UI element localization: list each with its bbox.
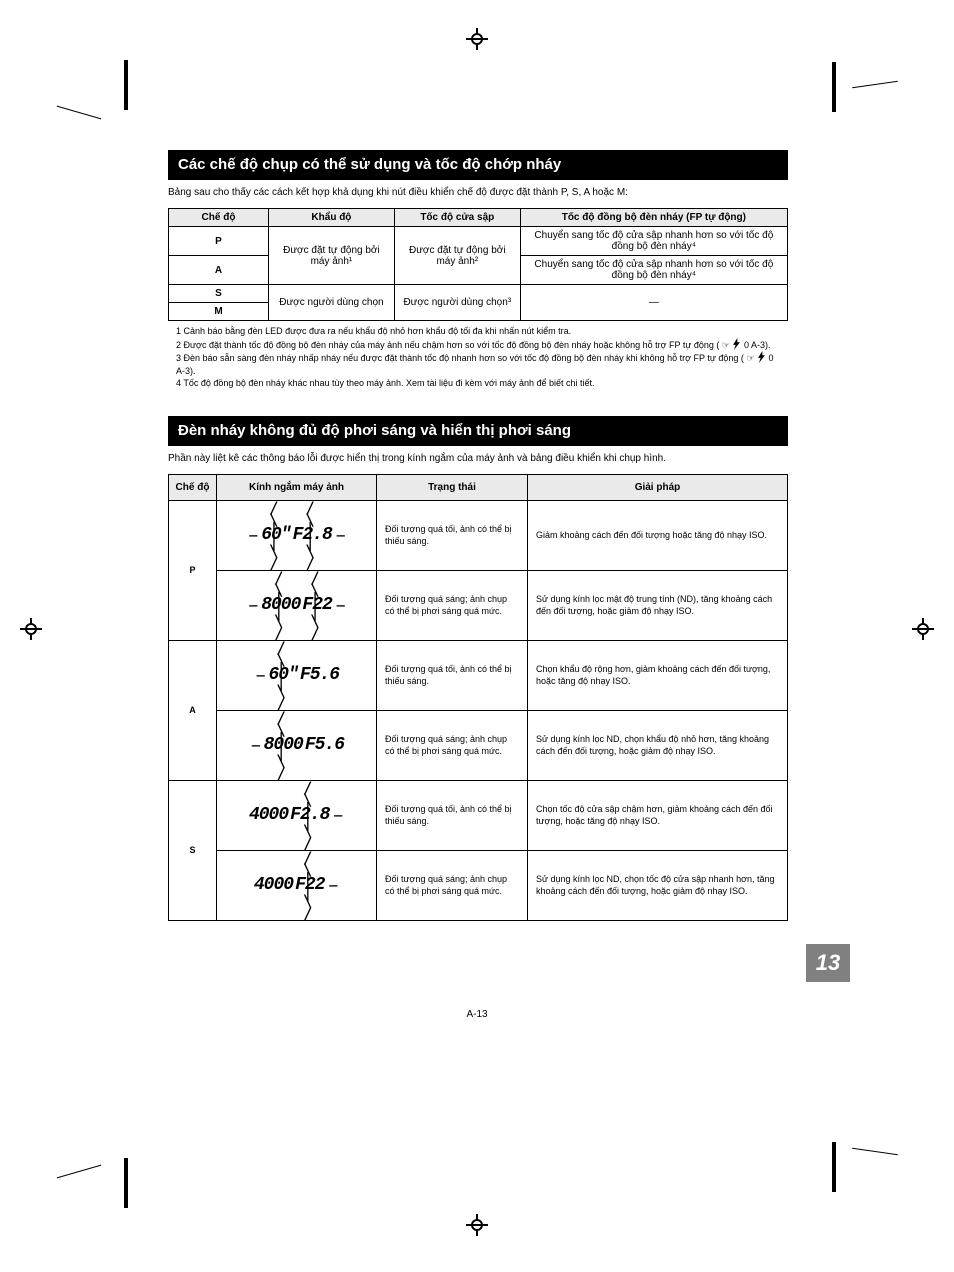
- section2-intro: Phần này liệt kê các thông báo lỗi được …: [168, 452, 788, 466]
- viewfinder-display: 4000 \ | /F22/ | \ −: [217, 850, 377, 920]
- table-row: S 4000 \ | /F2.8/ | \ − Đối tượng quá tố…: [169, 780, 788, 850]
- footnotes: 1 Cảnh báo bằng đèn LED được đưa ra nếu …: [168, 321, 788, 390]
- lcd-value: 4000: [249, 803, 288, 827]
- flash-icon: [732, 338, 741, 350]
- modes-table: Chế độ Khẩu độ Tốc độ cửa sập Tốc độ đồn…: [168, 208, 788, 321]
- col-mode: Chế độ: [169, 209, 269, 227]
- solution-text: Chọn tốc độ cửa sập chậm hơn, giảm khoản…: [527, 780, 787, 850]
- footnote-4-label: 4: [176, 378, 181, 388]
- table-row: P Được đặt tự động bởi máy ảnh¹ Được đặt…: [169, 227, 788, 256]
- registration-mark-left: [20, 618, 42, 640]
- lcd-dash: −: [249, 735, 262, 757]
- lcd-dash: −: [254, 665, 267, 687]
- section1-title: Các chế độ chụp có thể sử dụng và tốc độ…: [168, 150, 788, 180]
- col-mode: Chế độ: [169, 474, 217, 500]
- crop-line: [852, 81, 898, 88]
- status-text: Đối tượng quá tối, ảnh có thể bị thiếu s…: [377, 780, 528, 850]
- lcd-value: F5.6: [300, 663, 339, 687]
- warnings-table: Chế độ Kính ngắm máy ảnh Trạng thái Giải…: [168, 474, 788, 921]
- solution-text: Sử dụng kính lọc ND, chọn tốc độ cửa sập…: [527, 850, 787, 920]
- status-text: Đối tượng quá sáng; ảnh chụp có thể bị p…: [377, 850, 528, 920]
- crop-line: [57, 1165, 101, 1179]
- page-content: Các chế độ chụp có thể sử dụng và tốc độ…: [168, 150, 788, 921]
- flash-icon: [757, 351, 766, 363]
- solution-text: Sử dụng kính lọc ND, chọn khẩu độ nhỏ hơ…: [527, 710, 787, 780]
- lcd-dash: −: [247, 595, 260, 617]
- table-row: S Được người dùng chọn Được người dùng c…: [169, 285, 788, 303]
- mode-a: A: [169, 640, 217, 780]
- col-aperture: Khẩu độ: [269, 209, 395, 227]
- lcd-dash: −: [334, 525, 347, 547]
- sync-fast-cell-a: Chuyển sang tốc độ cửa sập nhanh hơn so …: [520, 256, 787, 285]
- page-number: A-13: [466, 1009, 487, 1020]
- pointer-icon: ☞: [746, 353, 754, 363]
- mode-p: P: [169, 500, 217, 640]
- section1-intro: Bảng sau cho thấy các cách kết hợp khả d…: [168, 186, 788, 200]
- table-row: − \ | /8000/ | \ \ | /F22/ | \ − Đối tượ…: [169, 570, 788, 640]
- table-row: A − \ | /60"/ | \ F5.6 Đối tượng quá tối…: [169, 640, 788, 710]
- shutter-user-cell: Được người dùng chọn³: [394, 285, 520, 321]
- footnote-2-label: 2: [176, 340, 181, 350]
- table-header-row: Chế độ Khẩu độ Tốc độ cửa sập Tốc độ đồn…: [169, 209, 788, 227]
- crop-bar: [124, 1158, 128, 1208]
- lcd-value: 4000: [254, 873, 293, 897]
- footnote-3: Đèn báo sẵn sàng đèn nháy nhấp nháy nếu …: [184, 353, 744, 363]
- registration-mark-top: [466, 28, 488, 50]
- status-text: Đối tượng quá tối, ảnh có thể bị thiếu s…: [377, 500, 528, 570]
- solution-text: Giảm khoảng cách đến đối tượng hoặc tăng…: [527, 500, 787, 570]
- lcd-dash: −: [334, 595, 347, 617]
- registration-mark-right: [912, 618, 934, 640]
- aperture-auto-cell: Được đặt tự động bởi máy ảnh¹: [269, 227, 395, 285]
- footnote-1-label: 1: [176, 326, 181, 336]
- lcd-dash: −: [326, 875, 339, 897]
- shutter-auto-cell: Được đặt tự động bởi máy ảnh²: [394, 227, 520, 285]
- mode-s: S: [169, 285, 269, 303]
- crop-bar: [832, 1142, 836, 1192]
- crop-line: [852, 1148, 898, 1155]
- col-shutter: Tốc độ cửa sập: [394, 209, 520, 227]
- footnote-1: Cảnh báo bằng đèn LED được đưa ra nếu kh…: [184, 326, 572, 336]
- viewfinder-display: 4000 \ | /F2.8/ | \ −: [217, 780, 377, 850]
- crop-line: [57, 106, 101, 120]
- lcd-dash: −: [331, 805, 344, 827]
- status-text: Đối tượng quá sáng; ảnh chụp có thể bị p…: [377, 570, 528, 640]
- viewfinder-display: − \ | /60"/ | \ \ | /F2.8/ | \ −: [217, 500, 377, 570]
- table-row: − \ | /8000/ | \ F5.6 Đối tượng quá sáng…: [169, 710, 788, 780]
- sync-none-cell: —: [520, 285, 787, 321]
- status-text: Đối tượng quá sáng; ảnh chụp có thể bị p…: [377, 710, 528, 780]
- mode-s: S: [169, 780, 217, 920]
- solution-text: Sử dụng kính lọc mật độ trung tính (ND),…: [527, 570, 787, 640]
- mode-p: P: [169, 227, 269, 256]
- section2-title: Đèn nháy không đủ độ phơi sáng và hiển t…: [168, 416, 788, 446]
- col-status: Trạng thái: [377, 474, 528, 500]
- section2: Đèn nháy không đủ độ phơi sáng và hiển t…: [168, 416, 788, 921]
- lcd-dash: −: [247, 525, 260, 547]
- mode-m: M: [169, 303, 269, 321]
- status-text: Đối tượng quá tối, ảnh có thể bị thiếu s…: [377, 640, 528, 710]
- crop-bar: [124, 60, 128, 110]
- crop-bar: [832, 62, 836, 112]
- footnote-2: Được đặt thành tốc độ đồng bộ đèn nháy c…: [184, 340, 720, 350]
- footnote-4: Tốc độ đồng bộ đèn nháy khác nhau tùy th…: [183, 378, 594, 388]
- solution-text: Chọn khẩu độ rộng hơn, giảm khoảng cách …: [527, 640, 787, 710]
- mode-a: A: [169, 256, 269, 285]
- pointer-icon: ☞: [722, 340, 730, 350]
- col-solution: Giải pháp: [527, 474, 787, 500]
- sync-fast-cell-p: Chuyển sang tốc độ cửa sập nhanh hơn so …: [520, 227, 787, 256]
- footnote-3-label: 3: [176, 353, 181, 363]
- viewfinder-display: − \ | /60"/ | \ F5.6: [217, 640, 377, 710]
- lcd-value: F5.6: [305, 733, 344, 757]
- viewfinder-display: − \ | /8000/ | \ \ | /F22/ | \ −: [217, 570, 377, 640]
- viewfinder-display: − \ | /8000/ | \ F5.6: [217, 710, 377, 780]
- footnote-2-tail: 0 A-3).: [744, 340, 771, 350]
- col-sync: Tốc độ đồng bộ đèn nháy (FP tự động): [520, 209, 787, 227]
- chapter-tab: 13: [806, 944, 850, 982]
- table-row: P − \ | /60"/ | \ \ | /F2.8/ | \ − Đối t…: [169, 500, 788, 570]
- registration-mark-bottom: [466, 1214, 488, 1236]
- aperture-user-cell: Được người dùng chọn: [269, 285, 395, 321]
- table-row: 4000 \ | /F22/ | \ − Đối tượng quá sáng;…: [169, 850, 788, 920]
